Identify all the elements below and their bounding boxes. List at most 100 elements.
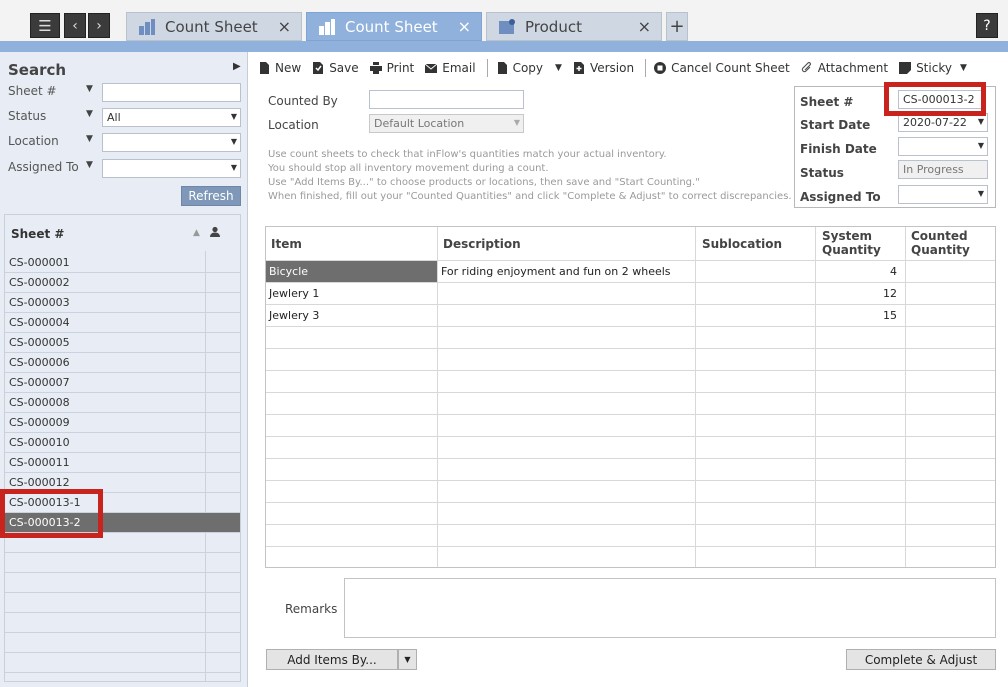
filter-option-icon[interactable]: ▼	[86, 160, 93, 170]
sticky-button[interactable]: Sticky ▼	[899, 61, 967, 75]
attachment-button[interactable]: Attachment	[801, 61, 888, 75]
chevron-down-icon[interactable]: ▼	[960, 63, 967, 73]
column-header-item[interactable]: Item	[271, 237, 302, 251]
sticky-label: Sticky	[916, 61, 952, 75]
system-quantity-cell[interactable]: 4	[816, 261, 905, 282]
item-cell[interactable]: Jewlery 1	[266, 283, 437, 304]
counted-by-input[interactable]	[369, 90, 524, 109]
list-item[interactable]: CS-000011	[5, 453, 240, 473]
close-icon[interactable]: ×	[638, 17, 651, 36]
chevron-right-icon: ›	[96, 17, 102, 34]
new-label: New	[275, 61, 302, 75]
hint-line: You should stop all inventory movement d…	[268, 163, 549, 174]
counted-quantity-cell[interactable]	[906, 305, 995, 326]
help-button[interactable]: ?	[976, 13, 998, 38]
chevron-down-icon: ▼	[404, 655, 411, 664]
assigned-filter-label: Assigned To	[8, 160, 79, 174]
status-filter-value: All	[107, 111, 121, 124]
copy-button[interactable]: Copy ▼	[496, 61, 562, 75]
column-header-counted-quantity[interactable]: Counted Quantity	[911, 229, 970, 257]
assigned-to-select[interactable]: ▼	[898, 185, 988, 204]
user-icon[interactable]	[209, 226, 221, 238]
status-label: Status	[800, 166, 844, 180]
row-divider	[266, 502, 995, 503]
close-icon[interactable]: ×	[278, 17, 291, 36]
complete-adjust-button[interactable]: Complete & Adjust	[846, 649, 996, 670]
sublocation-cell[interactable]	[696, 261, 815, 282]
row-divider	[266, 392, 995, 393]
save-button[interactable]: Save	[312, 61, 359, 75]
chevron-down-icon: ▼	[513, 118, 520, 127]
new-tab-button[interactable]: +	[666, 12, 688, 41]
list-item[interactable]: CS-000010	[5, 433, 240, 453]
list-item[interactable]: CS-000003	[5, 293, 240, 313]
cancel-count-sheet-button[interactable]: Cancel Count Sheet	[654, 61, 790, 75]
tab-product[interactable]: Product ×	[486, 12, 662, 41]
system-quantity-cell[interactable]: 12	[816, 283, 905, 304]
location-select[interactable]: Default Location ▼	[369, 114, 524, 133]
version-button[interactable]: Version	[573, 61, 634, 75]
list-item[interactable]: CS-000005	[5, 333, 240, 353]
collapse-arrow-icon[interactable]: ▶	[233, 61, 241, 72]
list-item	[5, 593, 240, 613]
item-cell[interactable]: Bicycle	[266, 261, 437, 282]
forward-button[interactable]: ›	[88, 13, 110, 38]
sheet-filter-input[interactable]	[102, 83, 241, 102]
description-cell[interactable]: For riding enjoyment and fun on 2 wheels	[438, 261, 695, 282]
toolbar: New Save Print Email Copy ▼ Version Canc…	[252, 56, 1008, 80]
email-button[interactable]: Email	[424, 61, 476, 75]
finish-date-label: Finish Date	[800, 142, 877, 156]
sublocation-cell[interactable]	[696, 283, 815, 304]
assigned-filter-select[interactable]: ▼	[102, 159, 241, 178]
filter-option-icon[interactable]: ▼	[86, 134, 93, 144]
save-label: Save	[329, 61, 359, 75]
item-cell[interactable]: Jewlery 3	[266, 305, 437, 326]
counted-quantity-cell[interactable]	[906, 283, 995, 304]
refresh-button[interactable]: Refresh	[181, 186, 241, 206]
remarks-textarea[interactable]	[344, 578, 996, 638]
filter-option-icon[interactable]: ▼	[86, 109, 93, 119]
list-item[interactable]: CS-000006	[5, 353, 240, 373]
chevron-down-icon[interactable]: ▼	[555, 63, 562, 73]
list-item[interactable]: CS-000009	[5, 413, 240, 433]
finish-date-picker[interactable]: ▼	[898, 137, 988, 156]
sublocation-cell[interactable]	[696, 305, 815, 326]
counted-by-label: Counted By	[268, 94, 338, 108]
sort-up-icon[interactable]: ▲	[193, 228, 200, 238]
row-divider	[266, 458, 995, 459]
list-header-sheet[interactable]: Sheet #	[11, 227, 64, 241]
chevron-down-icon: ▼	[230, 112, 237, 121]
cancel-label: Cancel Count Sheet	[671, 61, 790, 75]
column-header-description[interactable]: Description	[443, 237, 521, 251]
column-header-system-quantity[interactable]: System Quantity	[822, 229, 881, 257]
row-divider	[266, 524, 995, 525]
column-header-sublocation[interactable]: Sublocation	[702, 237, 782, 251]
add-items-dropdown-button[interactable]: ▼	[398, 649, 417, 670]
list-item[interactable]: CS-000001	[5, 253, 240, 273]
location-value: Default Location	[374, 117, 465, 130]
location-filter-select[interactable]: ▼	[102, 133, 241, 152]
status-filter-select[interactable]: All ▼	[102, 108, 241, 127]
description-cell[interactable]	[438, 283, 695, 304]
hint-line: Use count sheets to check that inFlow's …	[268, 149, 667, 160]
location-label: Location	[268, 118, 319, 132]
back-button[interactable]: ‹	[64, 13, 86, 38]
hint-line: When finished, fill out your "Counted Qu…	[268, 191, 792, 202]
list-item[interactable]: CS-000007	[5, 373, 240, 393]
list-item[interactable]: CS-000008	[5, 393, 240, 413]
menu-button[interactable]: ☰	[30, 13, 60, 38]
chevron-down-icon: ▼	[977, 141, 984, 150]
system-quantity-cell[interactable]: 15	[816, 305, 905, 326]
new-button[interactable]: New	[258, 61, 301, 75]
save-icon	[312, 62, 324, 74]
counted-quantity-cell[interactable]	[906, 261, 995, 282]
list-item[interactable]: CS-000004	[5, 313, 240, 333]
list-item[interactable]: CS-000002	[5, 273, 240, 293]
description-cell[interactable]	[438, 305, 695, 326]
filter-option-icon[interactable]: ▼	[86, 84, 93, 94]
tab-count-sheet-1[interactable]: Count Sheet ×	[126, 12, 302, 41]
print-button[interactable]: Print	[369, 61, 414, 75]
tab-count-sheet-2[interactable]: Count Sheet ×	[306, 12, 482, 41]
close-icon[interactable]: ×	[458, 17, 471, 36]
add-items-by-button[interactable]: Add Items By...	[266, 649, 398, 670]
